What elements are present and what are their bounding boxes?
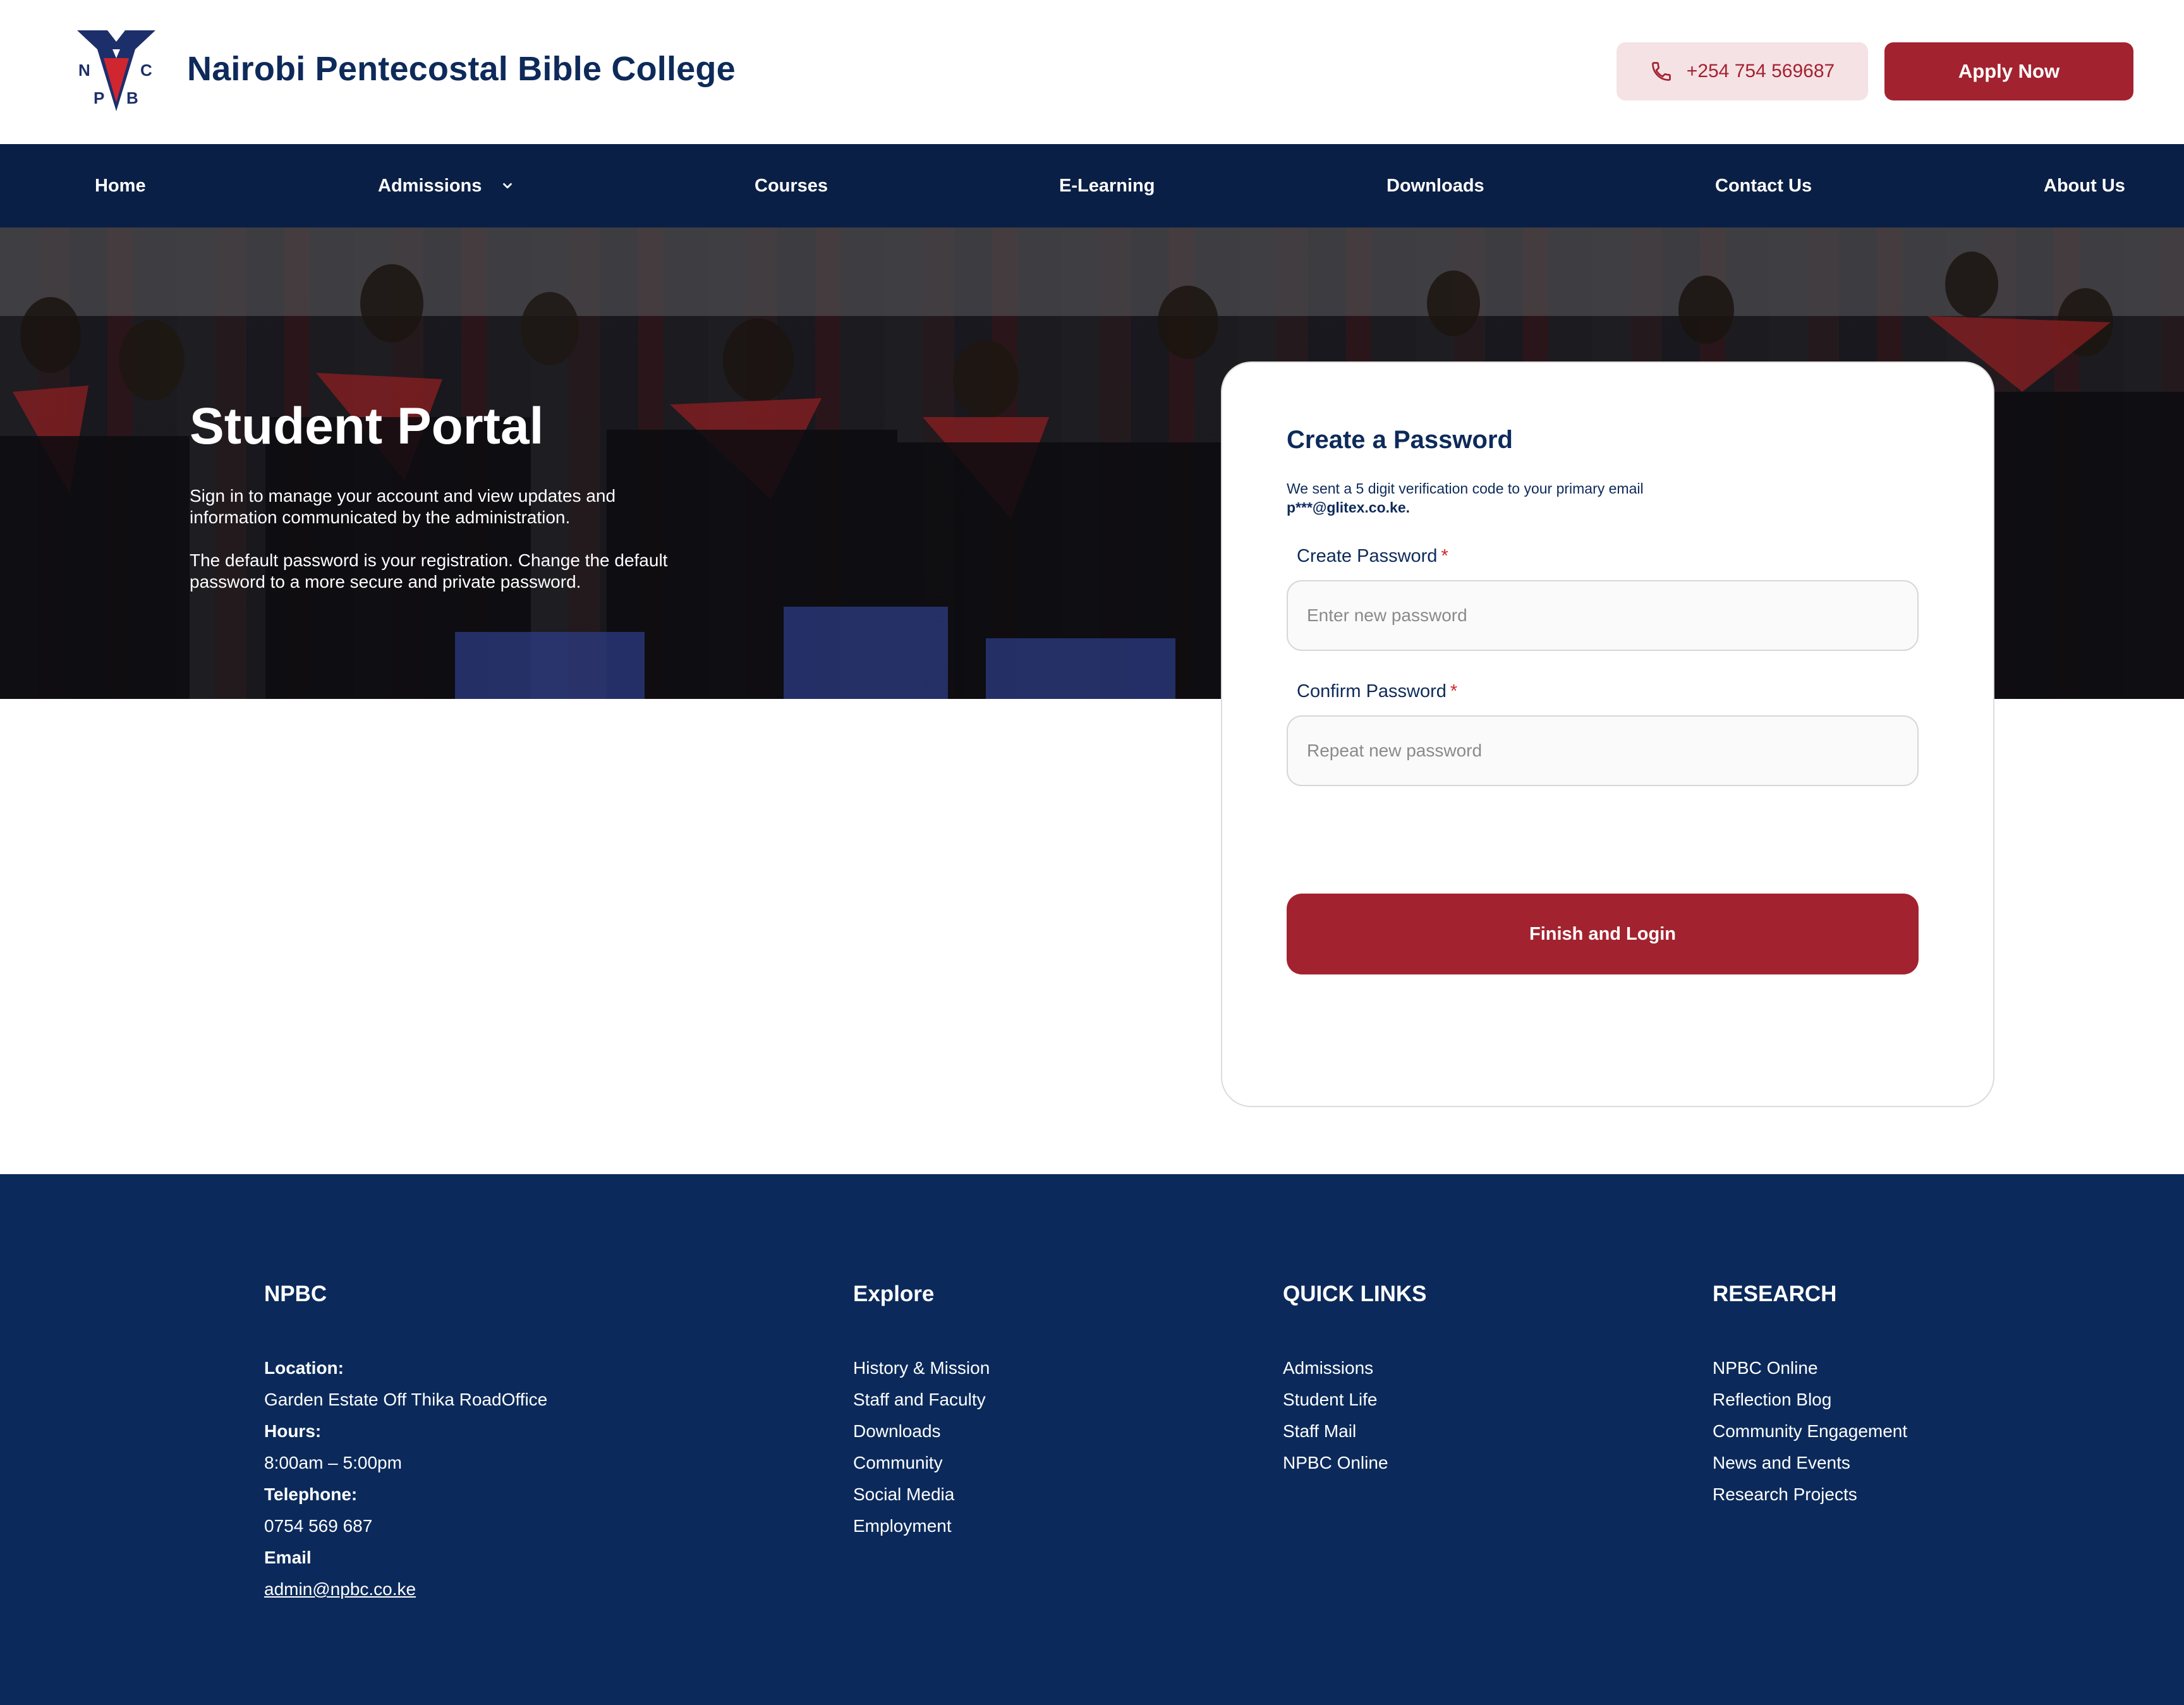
required-mark: * bbox=[1450, 681, 1458, 701]
footer-link-history-mission[interactable]: History & Mission bbox=[853, 1352, 990, 1384]
card-title: Create a Password bbox=[1287, 426, 1513, 454]
hero-password-note: The default password is your registratio… bbox=[190, 550, 668, 592]
hours-value: 8:00am – 5:00pm bbox=[264, 1453, 402, 1472]
svg-text:C: C bbox=[140, 61, 152, 80]
email-label: Email bbox=[264, 1548, 312, 1567]
footer-link-social-media[interactable]: Social Media bbox=[853, 1479, 990, 1510]
footer-heading: Explore bbox=[853, 1282, 935, 1306]
nav-item-e-learning[interactable]: E-Learning bbox=[1059, 144, 1155, 228]
create-password-input[interactable] bbox=[1287, 580, 1919, 651]
svg-text:P: P bbox=[94, 88, 104, 107]
nav-item-label: Downloads bbox=[1386, 175, 1484, 196]
apply-now-button[interactable]: Apply Now bbox=[1884, 42, 2133, 100]
email-link[interactable]: admin@npbc.co.ke bbox=[264, 1574, 547, 1605]
hero-description: Sign in to manage your account and view … bbox=[190, 486, 616, 527]
nav-item-home[interactable]: Home bbox=[95, 144, 146, 228]
phone-button[interactable]: +254 754 569687 bbox=[1617, 42, 1868, 100]
footer-col-explore: Explore History & Mission Staff and Facu… bbox=[853, 1282, 990, 1542]
nav-item-downloads[interactable]: Downloads bbox=[1386, 144, 1484, 228]
footer-heading: RESEARCH bbox=[1713, 1282, 1837, 1306]
svg-text:B: B bbox=[126, 88, 138, 107]
confirm-password-input[interactable] bbox=[1287, 715, 1919, 786]
chevron-down-icon bbox=[503, 183, 513, 189]
masked-email: p***@glitex.co.ke. bbox=[1287, 499, 1410, 516]
nav-item-contact-us[interactable]: Contact Us bbox=[1715, 144, 1812, 228]
hours-label: Hours: bbox=[264, 1421, 322, 1441]
location-value: Garden Estate Off Thika RoadOffice bbox=[264, 1390, 548, 1409]
nav-item-label: E-Learning bbox=[1059, 175, 1155, 196]
footer-link-community[interactable]: Community bbox=[853, 1447, 990, 1479]
create-password-card: Create a Password We sent a 5 digit veri… bbox=[1221, 361, 1994, 1107]
footer-col-research: RESEARCH NPBC Online Reflection Blog Com… bbox=[1713, 1282, 1907, 1510]
college-logo[interactable]: N C P B bbox=[75, 28, 158, 111]
phone-icon bbox=[1651, 62, 1671, 81]
brand-title[interactable]: Nairobi Pentecostal Bible College bbox=[187, 49, 736, 88]
create-password-label: Create Password * bbox=[1297, 546, 1448, 567]
footer-heading: QUICK LINKS bbox=[1283, 1282, 1427, 1306]
location-label: Location: bbox=[264, 1358, 344, 1378]
footer-col-npbc: NPBC Location: Garden Estate Off Thika R… bbox=[264, 1282, 547, 1605]
svg-text:N: N bbox=[78, 61, 90, 80]
footer-link-npbc-online[interactable]: NPBC Online bbox=[1283, 1447, 1427, 1479]
main-navigation: Home Admissions Courses E-Learning Downl… bbox=[0, 144, 2184, 228]
footer-link-news-events[interactable]: News and Events bbox=[1713, 1447, 1907, 1479]
footer-link-staff-mail[interactable]: Staff Mail bbox=[1283, 1416, 1427, 1447]
footer-link-downloads[interactable]: Downloads bbox=[853, 1416, 990, 1447]
verification-text: We sent a 5 digit verification code to y… bbox=[1287, 480, 1644, 497]
nav-item-about-us[interactable]: About Us bbox=[2044, 144, 2125, 228]
nav-item-label: Contact Us bbox=[1715, 175, 1812, 196]
nav-item-label: Home bbox=[95, 175, 146, 196]
footer-col-quick-links: QUICK LINKS Admissions Student Life Staf… bbox=[1283, 1282, 1427, 1479]
footer-link-reflection-blog[interactable]: Reflection Blog bbox=[1713, 1384, 1907, 1416]
footer-link-research-projects[interactable]: Research Projects bbox=[1713, 1479, 1907, 1510]
footer-link-employment[interactable]: Employment bbox=[853, 1510, 990, 1542]
logo-emblem-icon: N C P B bbox=[77, 30, 155, 111]
label-text: Confirm Password bbox=[1297, 681, 1447, 701]
nav-item-admissions[interactable]: Admissions bbox=[378, 144, 514, 228]
required-mark: * bbox=[1441, 546, 1448, 566]
site-header: N C P B Nairobi Pentecostal Bible Colleg… bbox=[0, 0, 2184, 144]
phone-number: +254 754 569687 bbox=[1686, 61, 1835, 82]
verification-note: We sent a 5 digit verification code to y… bbox=[1287, 479, 1691, 517]
confirm-password-label: Confirm Password * bbox=[1297, 681, 1457, 702]
nav-item-label: Courses bbox=[755, 175, 828, 196]
footer-link-staff-faculty[interactable]: Staff and Faculty bbox=[853, 1384, 990, 1416]
finish-and-login-button[interactable]: Finish and Login bbox=[1287, 894, 1919, 974]
hero-title: Student Portal bbox=[190, 397, 544, 455]
footer-link-npbc-online[interactable]: NPBC Online bbox=[1713, 1352, 1907, 1384]
nav-item-label: About Us bbox=[2044, 175, 2125, 196]
nav-item-label: Admissions bbox=[378, 175, 482, 196]
nav-item-courses[interactable]: Courses bbox=[755, 144, 828, 228]
footer-link-admissions[interactable]: Admissions bbox=[1283, 1352, 1427, 1384]
footer-link-student-life[interactable]: Student Life bbox=[1283, 1384, 1427, 1416]
telephone-label: Telephone: bbox=[264, 1484, 358, 1504]
telephone-value: 0754 569 687 bbox=[264, 1516, 373, 1536]
label-text: Create Password bbox=[1297, 546, 1438, 566]
footer-heading: NPBC bbox=[264, 1282, 327, 1306]
site-footer: NPBC Location: Garden Estate Off Thika R… bbox=[0, 1174, 2184, 1705]
footer-link-community-engagement[interactable]: Community Engagement bbox=[1713, 1416, 1907, 1447]
